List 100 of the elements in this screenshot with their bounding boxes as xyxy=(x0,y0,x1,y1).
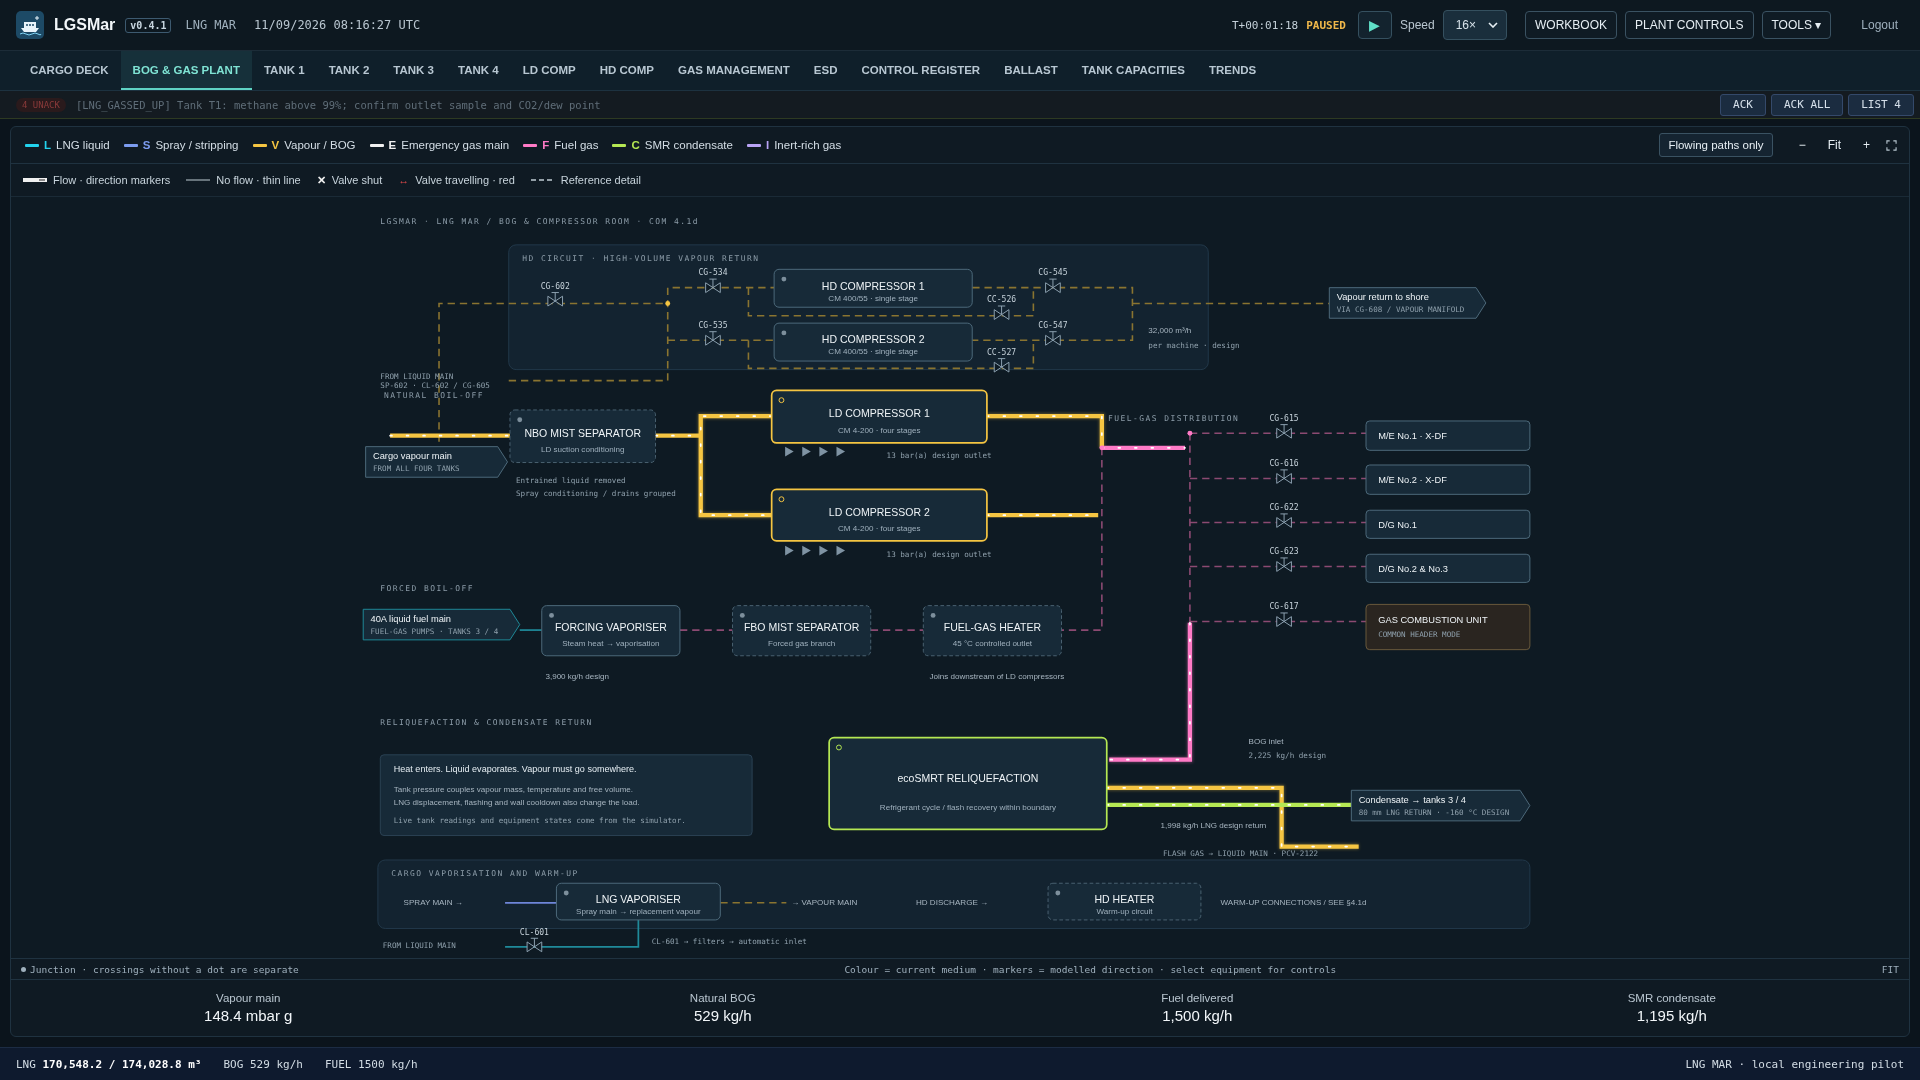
version-badge: v0.4.1 xyxy=(125,17,172,33)
equipment-subtitle: Warm-up circuit xyxy=(1096,906,1153,916)
diagram-note: HD DISCHARGE → xyxy=(915,898,989,908)
dashed-line-icon xyxy=(530,177,555,183)
thin-line-icon xyxy=(186,177,211,183)
logout-link[interactable]: Logout xyxy=(1855,17,1904,33)
equipment-box[interactable] xyxy=(541,605,681,657)
equipment-subtitle: Steam heat → vaporisation xyxy=(562,639,660,649)
consumer-box[interactable] xyxy=(1365,553,1531,583)
legend-key-label: Reference detail xyxy=(560,174,641,186)
nav-tab[interactable]: TRENDS xyxy=(1196,51,1269,90)
stat-label: Fuel delivered xyxy=(1161,992,1234,1004)
status-dot-icon xyxy=(1055,890,1061,896)
junction-dot xyxy=(1099,445,1105,451)
valve-icon[interactable] xyxy=(1045,331,1061,346)
terminal-title: Vapour return to shore xyxy=(1336,291,1429,302)
zoom-in-button[interactable]: + xyxy=(1857,138,1876,152)
fit-button[interactable]: Fit xyxy=(1821,138,1847,152)
bog-rate: BOG 529 kg/h xyxy=(223,1057,303,1071)
header-button[interactable]: TOOLS ▾ xyxy=(1761,11,1832,39)
play-button[interactable]: ▶ xyxy=(1357,11,1392,39)
valve-icon[interactable] xyxy=(1276,469,1292,484)
nav-tab[interactable]: TANK 1 xyxy=(251,51,317,90)
valve-icon[interactable] xyxy=(705,278,721,294)
legend-label: Spray / stripping xyxy=(155,139,239,151)
valve-icon[interactable] xyxy=(1276,424,1292,439)
equipment-box[interactable] xyxy=(922,605,1062,657)
terminal-tag[interactable] xyxy=(362,608,521,641)
equipment-box[interactable] xyxy=(732,605,872,657)
nav-tab[interactable]: CARGO DECK xyxy=(18,51,121,90)
terminal-tag[interactable] xyxy=(365,446,508,478)
equipment-box[interactable] xyxy=(1047,882,1202,921)
valve-icon[interactable] xyxy=(1276,513,1292,528)
nav-tab[interactable]: CONTROL REGISTER xyxy=(849,51,993,90)
alarm-button[interactable]: ACK ALL xyxy=(1770,93,1844,116)
nav-tab[interactable]: TANK 2 xyxy=(316,51,382,90)
alarm-button[interactable]: ACK xyxy=(1720,93,1766,116)
nav-tab[interactable]: TANK 4 xyxy=(446,51,511,90)
diagram-hint: Colour = current medium · markers = modelled direction · select equipment for controls xyxy=(844,963,1337,975)
status-dot-icon xyxy=(739,612,745,618)
valve-icon[interactable] xyxy=(1276,612,1292,627)
zoom-out-button[interactable]: − xyxy=(1792,138,1812,152)
app-name: LGSMar xyxy=(54,16,116,34)
nav-tab[interactable]: TANK CAPACITIES xyxy=(1069,51,1197,90)
vessel-name: LNG MAR xyxy=(185,18,237,32)
valve-icon[interactable] xyxy=(993,358,1010,373)
equipment-subtitle: 45 °C controlled outlet xyxy=(952,639,1033,649)
valve-icon[interactable] xyxy=(993,305,1010,320)
nav-tab[interactable]: BALLAST xyxy=(992,51,1070,90)
equipment-box[interactable] xyxy=(773,322,973,362)
pipe-line xyxy=(719,902,788,904)
consumer-title: M/E No.1 · X-DF xyxy=(1378,431,1447,442)
equipment-subtitle: CM 400/55 · single stage xyxy=(828,293,918,303)
consumer-title: M/E No.2 · X-DF xyxy=(1378,475,1447,486)
nav-tab[interactable]: GAS MANAGEMENT xyxy=(666,51,802,90)
equipment-box[interactable] xyxy=(555,882,721,921)
valve-icon[interactable] xyxy=(705,331,721,346)
legend-letter: E xyxy=(388,139,397,151)
status-ring-icon xyxy=(836,744,842,751)
status-dot-icon xyxy=(563,890,569,896)
fit-link[interactable]: FIT xyxy=(1881,963,1899,975)
status-dot-icon xyxy=(549,612,554,618)
valve-icon[interactable] xyxy=(1276,557,1292,572)
speed-select[interactable]: 16× xyxy=(1442,10,1507,40)
lng-volume: LNG 170,548.2 / 174,028.8 m³ xyxy=(16,1057,202,1071)
nav-tab[interactable]: TANK 3 xyxy=(381,51,446,90)
nav-tab[interactable]: LD COMP xyxy=(510,51,588,90)
nav-tab[interactable]: BOG & GAS PLANT xyxy=(120,51,252,90)
fuel-rate: FUEL 1500 kg/h xyxy=(324,1057,418,1071)
fullscreen-icon[interactable] xyxy=(1886,139,1897,151)
equipment-title: NBO MIST SEPARATOR xyxy=(524,426,641,439)
sim-state: PAUSED xyxy=(1306,18,1346,32)
header-button[interactable]: WORKBOOK xyxy=(1525,11,1618,39)
info-heading: Heat enters. Liquid evaporates. Vapour must go somewhere. xyxy=(393,763,637,774)
legend-label: Fuel gas xyxy=(554,139,599,151)
alarm-button[interactable]: LIST 4 xyxy=(1848,93,1914,116)
header-button[interactable]: PLANT CONTROLS xyxy=(1625,11,1754,39)
consumer-box[interactable] xyxy=(1365,464,1531,495)
consumer-box[interactable] xyxy=(1365,420,1531,451)
diagram-note: WARM-UP CONNECTIONS / SEE §4.1d xyxy=(1220,898,1367,908)
valve-icon[interactable] xyxy=(526,937,543,953)
nav-tab[interactable]: ESD xyxy=(801,51,850,90)
terminal-tag[interactable] xyxy=(1350,789,1531,822)
legend-key-label: Flow · direction markers xyxy=(53,174,171,186)
legend-label: Inert-rich gas xyxy=(774,139,842,151)
consumer-box[interactable] xyxy=(1365,603,1531,651)
valve-icon[interactable] xyxy=(1045,278,1061,294)
junction-dot xyxy=(665,301,671,306)
valve-icon[interactable] xyxy=(547,292,564,307)
nav-tab[interactable]: HD COMP xyxy=(587,51,667,90)
stat-label: SMR condensate xyxy=(1627,992,1716,1004)
equipment-subtitle: CM 400/55 · single stage xyxy=(828,347,918,357)
terminal-tag[interactable] xyxy=(1328,287,1487,319)
filter-button[interactable]: Flowing paths only xyxy=(1659,133,1773,157)
status-dot-icon xyxy=(930,612,936,618)
equipment-box[interactable] xyxy=(509,409,656,464)
equipment-box[interactable] xyxy=(773,268,973,308)
legend-key-label: Valve shut xyxy=(331,174,383,186)
equipment-title: HD COMPRESSOR 1 xyxy=(821,279,925,292)
legend-letter: S xyxy=(142,139,151,151)
